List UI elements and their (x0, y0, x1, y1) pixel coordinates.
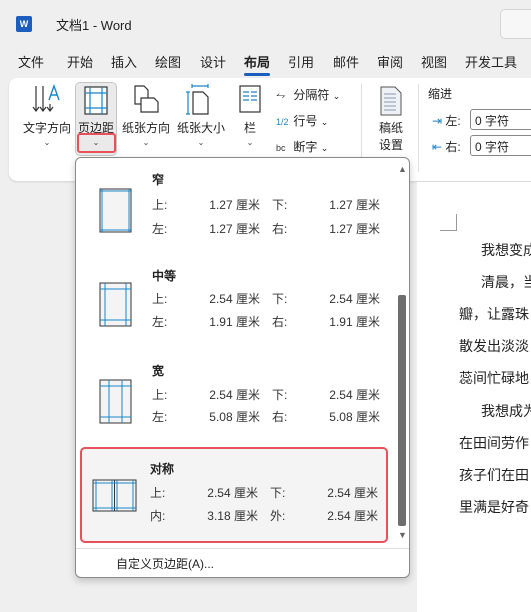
chevron-down-icon: ⌄ (43, 138, 51, 147)
line-numbers-button[interactable]: 1/2 行号 ⌄ (276, 112, 328, 129)
search-box[interactable] (500, 9, 531, 39)
chevron-down-icon: ⌄ (246, 138, 254, 147)
word-icon: W (16, 16, 32, 32)
indent-right-label: ⇤ 右: (432, 140, 461, 154)
margin-option-moderate[interactable]: 中等 上: 2.54 厘米 下: 2.54 厘米 左: 1.91 厘米 右: 1… (82, 258, 388, 352)
breaks-button[interactable]: ⥊ 分隔符 ⌄ (276, 86, 340, 103)
indent-left-input[interactable]: 0 字符 (470, 109, 531, 130)
doc-line: 里满是好奇 (459, 500, 529, 516)
manuscript-icon (380, 86, 402, 116)
doc-line: 在田间劳作 (459, 436, 529, 452)
tab-layout[interactable]: 布局 (244, 52, 271, 76)
mirrored-margin-thumbnail (92, 479, 137, 512)
orientation-button[interactable]: 纸张方向 ⌄ (119, 84, 173, 150)
margin-option-wide[interactable]: 宽 上: 2.54 厘米 下: 2.54 厘米 左: 5.08 厘米 右: 5.… (82, 353, 388, 447)
breaks-icon: ⥊ (276, 88, 286, 102)
scrollbar-thumb[interactable] (398, 295, 406, 526)
menu-separator (76, 548, 409, 549)
scroll-down-arrow-icon[interactable]: ▼ (398, 530, 407, 540)
chevron-down-icon: ⌄ (197, 138, 205, 147)
tab-developer[interactable]: 开发工具 (465, 52, 517, 71)
tab-draw[interactable]: 绘图 (155, 52, 181, 71)
size-button[interactable]: 纸张大小 ⌄ (174, 84, 228, 150)
margins-icon (84, 86, 108, 115)
line-numbers-icon: 1/2 (276, 117, 289, 127)
separator (418, 84, 419, 172)
margin-corner-mark (440, 214, 457, 231)
doc-line: 我想变成 (481, 243, 531, 259)
doc-line: 清晨，当 (481, 275, 531, 291)
custom-margins-button[interactable]: 自定义页边距(A)... (116, 555, 214, 572)
menu-scrollbar[interactable]: ▲ ▼ (396, 158, 410, 548)
scroll-up-arrow-icon[interactable]: ▲ (398, 164, 407, 174)
orientation-icon (134, 85, 159, 113)
ribbon-tabs: 文件 开始 插入 绘图 设计 布局 引用 邮件 审阅 视图 开发工具 (0, 52, 531, 76)
columns-button[interactable]: 栏 ⌄ (233, 84, 267, 150)
indent-right-icon: ⇤ (432, 140, 443, 154)
doc-line: 瓣，让露珠 (459, 307, 529, 323)
hyphenation-button[interactable]: bc 断字 ⌄ (276, 138, 328, 155)
chevron-down-icon: ⌄ (320, 117, 329, 127)
title-bar: W 文档1 - Word (0, 0, 531, 46)
indent-left-label: ⇥ 左: (432, 114, 461, 128)
chevron-down-icon: ⌄ (320, 143, 329, 153)
columns-icon (239, 85, 261, 113)
narrow-margin-thumbnail (99, 188, 132, 233)
tab-view[interactable]: 视图 (421, 52, 447, 71)
margins-dropdown-highlight[interactable] (77, 133, 116, 153)
margin-option-narrow[interactable]: 窄 上: 1.27 厘米 下: 1.27 厘米 左: 1.27 厘米 右: 1.… (82, 162, 388, 256)
tab-mailings[interactable]: 邮件 (333, 52, 359, 71)
tab-review[interactable]: 审阅 (377, 52, 403, 71)
text-direction-icon (32, 83, 60, 112)
text-direction-button[interactable]: 文字方向 ⌄ (20, 83, 74, 150)
tab-insert[interactable]: 插入 (111, 52, 137, 71)
chevron-down-icon: ⌄ (142, 138, 150, 147)
doc-line: 散发出淡淡 (459, 339, 529, 355)
paper-size-icon (186, 84, 209, 115)
manuscript-settings-button[interactable]: 稿纸 设置 (372, 86, 410, 152)
tab-home[interactable]: 开始 (67, 52, 93, 71)
margin-option-mirrored[interactable]: 对称 上: 2.54 厘米 下: 2.54 厘米 内: 3.18 厘米 外: 2… (80, 447, 388, 543)
doc-line: 孩子们在田 (459, 468, 529, 484)
tab-references[interactable]: 引用 (288, 52, 314, 71)
indent-left-icon: ⇥ (432, 114, 443, 128)
doc-line: 蕊间忙碌地 (459, 371, 529, 387)
tab-design[interactable]: 设计 (200, 52, 226, 71)
doc-line: 我想成为 (481, 404, 531, 420)
wide-margin-thumbnail (99, 379, 132, 424)
window-title: 文档1 - Word (56, 18, 132, 33)
tab-file[interactable]: 文件 (18, 52, 44, 71)
indent-right-input[interactable]: 0 字符 (470, 135, 531, 156)
moderate-margin-thumbnail (99, 282, 132, 327)
chevron-down-icon: ⌄ (332, 91, 341, 101)
indent-label: 缩进 (428, 87, 453, 101)
margins-dropdown-menu: 窄 上: 1.27 厘米 下: 1.27 厘米 左: 1.27 厘米 右: 1.… (75, 157, 410, 578)
hyphenation-icon: bc (276, 143, 286, 153)
